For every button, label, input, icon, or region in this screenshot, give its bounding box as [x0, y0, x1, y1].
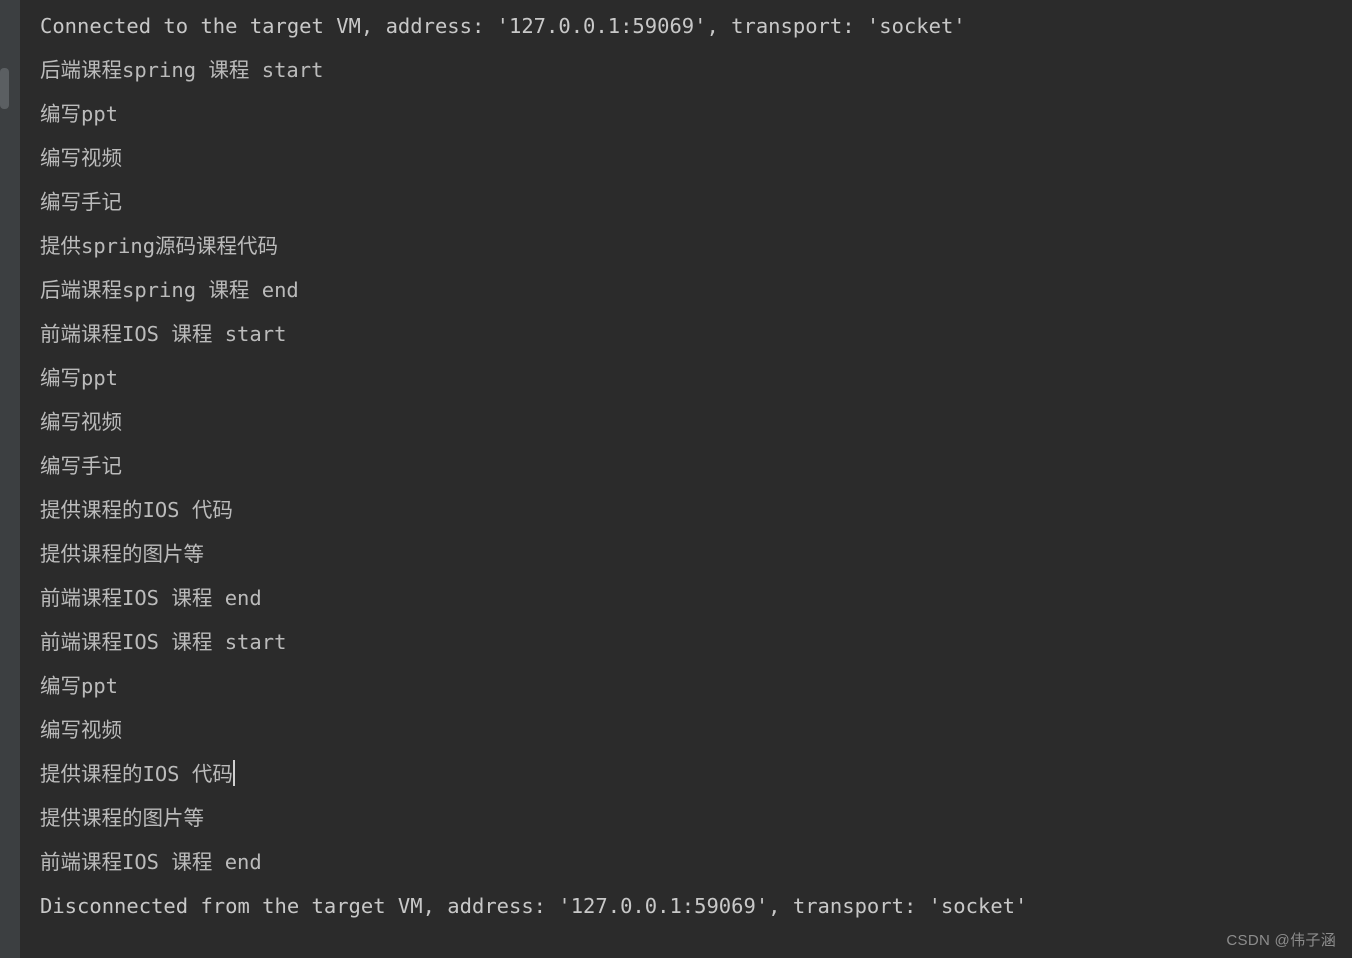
- console-line: 提供spring源码课程代码: [20, 224, 1352, 268]
- console-line-text: 编写手记: [40, 190, 122, 214]
- console-left-gutter: [0, 0, 20, 958]
- console-line: 前端课程IOS 课程 start: [20, 620, 1352, 664]
- console-line: 编写手记: [20, 444, 1352, 488]
- console-line-text: 后端课程spring 课程 end: [40, 278, 299, 302]
- console-line-text: 编写ppt: [40, 102, 119, 126]
- console-line: 前端课程IOS 课程 end: [20, 576, 1352, 620]
- console-line: 前端课程IOS 课程 end: [20, 840, 1352, 884]
- console-line-text: 前端课程IOS 课程 start: [40, 630, 287, 654]
- console-line: 编写视频: [20, 708, 1352, 752]
- console-line-text: 后端课程spring 课程 start: [40, 58, 324, 82]
- console-output-text-area[interactable]: Connected to the target VM, address: '12…: [20, 0, 1352, 958]
- console-line-text: 前端课程IOS 课程 start: [40, 322, 287, 346]
- console-line: 编写ppt: [20, 92, 1352, 136]
- console-line-text: 编写视频: [40, 146, 122, 170]
- console-line-text: 提供课程的图片等: [40, 806, 204, 830]
- console-line: Disconnected from the target VM, address…: [20, 884, 1352, 928]
- console-line-text: 编写视频: [40, 410, 122, 434]
- console-line: 编写ppt: [20, 356, 1352, 400]
- console-line-text: 提供课程的IOS 代码: [40, 498, 233, 522]
- console-line: 后端课程spring 课程 end: [20, 268, 1352, 312]
- console-line: 后端课程spring 课程 start: [20, 48, 1352, 92]
- console-line: 编写视频: [20, 400, 1352, 444]
- console-line-text: Disconnected from the target VM, address…: [40, 894, 1028, 918]
- console-line: 编写手记: [20, 180, 1352, 224]
- console-line: 编写视频: [20, 136, 1352, 180]
- console-line-text: 前端课程IOS 课程 end: [40, 586, 262, 610]
- console-line: 提供课程的图片等: [20, 796, 1352, 840]
- text-caret: [232, 760, 235, 786]
- console-line-text: 编写ppt: [40, 674, 119, 698]
- console-line-text: 提供spring源码课程代码: [40, 234, 279, 258]
- run-console-panel: Connected to the target VM, address: '12…: [0, 0, 1352, 958]
- console-line: 提供课程的图片等: [20, 532, 1352, 576]
- console-line-text: 提供课程的图片等: [40, 542, 204, 566]
- console-line: Connected to the target VM, address: '12…: [20, 4, 1352, 48]
- console-line: 提供课程的IOS 代码: [20, 752, 1352, 796]
- console-line: 前端课程IOS 课程 start: [20, 312, 1352, 356]
- console-line-text: 前端课程IOS 课程 end: [40, 850, 262, 874]
- csdn-watermark: CSDN @伟子涵: [1226, 932, 1336, 949]
- console-line: 编写ppt: [20, 664, 1352, 708]
- console-line: 提供课程的IOS 代码: [20, 488, 1352, 532]
- console-line-text: 编写手记: [40, 454, 122, 478]
- vertical-scrollbar-thumb[interactable]: [0, 68, 9, 109]
- console-line-text: 提供课程的IOS 代码: [40, 762, 233, 786]
- console-line-text: Connected to the target VM, address: '12…: [40, 14, 966, 38]
- console-line-text: 编写ppt: [40, 366, 119, 390]
- console-line-text: 编写视频: [40, 718, 122, 742]
